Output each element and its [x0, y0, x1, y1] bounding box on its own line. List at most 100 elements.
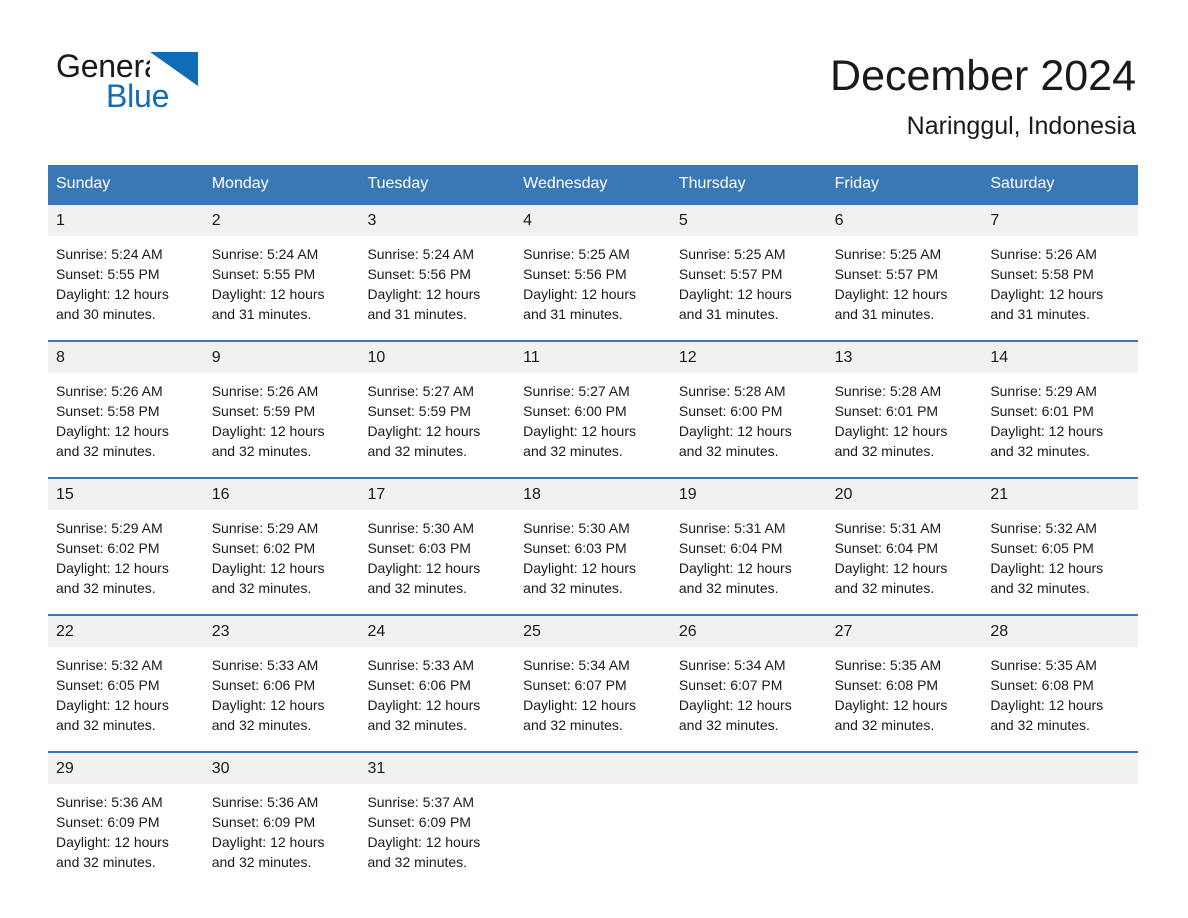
- day-cell[interactable]: Sunrise: 5:25 AM Sunset: 5:57 PM Dayligh…: [671, 236, 827, 340]
- daylight-text-line2: and 32 minutes.: [56, 580, 156, 596]
- sunset-text: Sunset: 5:57 PM: [834, 266, 939, 282]
- sunset-text: Sunset: 6:03 PM: [367, 540, 471, 556]
- daylight-text-line2: and 32 minutes.: [678, 443, 779, 459]
- daylight-text-line2: and 32 minutes.: [367, 717, 468, 733]
- day-cell[interactable]: Sunrise: 5:31 AM Sunset: 6:04 PM Dayligh…: [671, 510, 827, 614]
- sunset-text: Sunset: 6:02 PM: [211, 540, 316, 556]
- day-cell[interactable]: Sunrise: 5:25 AM Sunset: 5:57 PM Dayligh…: [827, 236, 983, 340]
- daylight-text-line2: and 32 minutes.: [211, 717, 312, 733]
- day-number[interactable]: 24: [359, 616, 515, 647]
- daylight-text-line1: Daylight: 12 hours: [367, 834, 481, 850]
- day-number[interactable]: 13: [827, 342, 983, 373]
- day-cell[interactable]: Sunrise: 5:34 AM Sunset: 6:07 PM Dayligh…: [671, 647, 827, 751]
- title-block: December 2024 Naringgul, Indonesia: [830, 48, 1136, 143]
- day-cell[interactable]: Sunrise: 5:29 AM Sunset: 6:02 PM Dayligh…: [204, 510, 360, 614]
- day-cell[interactable]: Sunrise: 5:36 AM Sunset: 6:09 PM Dayligh…: [48, 784, 204, 888]
- weekday-header-thursday: Thursday: [678, 175, 746, 192]
- day-cell[interactable]: Sunrise: 5:25 AM Sunset: 5:56 PM Dayligh…: [515, 236, 671, 340]
- daylight-text-line1: Daylight: 12 hours: [678, 286, 792, 302]
- weekday-header-sunday: Sunday: [56, 175, 111, 192]
- day-cell[interactable]: Sunrise: 5:28 AM Sunset: 6:01 PM Dayligh…: [827, 373, 983, 477]
- daylight-text-line2: and 32 minutes.: [211, 854, 312, 870]
- day-cell[interactable]: Sunrise: 5:34 AM Sunset: 6:07 PM Dayligh…: [515, 647, 671, 751]
- day-number[interactable]: 14: [982, 342, 1138, 373]
- daylight-text-line1: Daylight: 12 hours: [56, 834, 169, 850]
- day-number[interactable]: 30: [204, 753, 360, 784]
- daylight-text-line2: and 32 minutes.: [834, 443, 935, 459]
- day-cell[interactable]: Sunrise: 5:30 AM Sunset: 6:03 PM Dayligh…: [359, 510, 515, 614]
- day-number[interactable]: 23: [204, 616, 360, 647]
- day-number[interactable]: 7: [982, 205, 1138, 236]
- day-cell[interactable]: Sunrise: 5:24 AM Sunset: 5:56 PM Dayligh…: [359, 236, 515, 340]
- day-number[interactable]: 25: [515, 616, 671, 647]
- day-number[interactable]: 28: [982, 616, 1138, 647]
- day-number[interactable]: 19: [671, 479, 827, 510]
- day-number[interactable]: 26: [671, 616, 827, 647]
- sunset-text: Sunset: 5:58 PM: [990, 266, 1094, 282]
- sunset-text: Sunset: 5:56 PM: [523, 266, 627, 282]
- sunset-text: Sunset: 6:06 PM: [367, 677, 471, 693]
- day-cell[interactable]: Sunrise: 5:32 AM Sunset: 6:05 PM Dayligh…: [982, 510, 1138, 614]
- day-cell[interactable]: Sunrise: 5:28 AM Sunset: 6:00 PM Dayligh…: [671, 373, 827, 477]
- day-number[interactable]: 22: [48, 616, 204, 647]
- day-number[interactable]: 16: [204, 479, 360, 510]
- day-cell[interactable]: Sunrise: 5:33 AM Sunset: 6:06 PM Dayligh…: [359, 647, 515, 751]
- day-number[interactable]: 21: [982, 479, 1138, 510]
- week-detail-row: Sunrise: 5:36 AM Sunset: 6:09 PM Dayligh…: [48, 784, 1138, 888]
- day-number[interactable]: 15: [48, 479, 204, 510]
- sunrise-text: Sunrise: 5:31 AM: [678, 520, 786, 536]
- daylight-text-line2: and 32 minutes.: [990, 580, 1090, 596]
- daylight-text-line1: Daylight: 12 hours: [56, 423, 169, 439]
- day-cell[interactable]: Sunrise: 5:36 AM Sunset: 6:09 PM Dayligh…: [204, 784, 360, 888]
- day-number[interactable]: 11: [515, 342, 671, 373]
- daylight-text-line2: and 31 minutes.: [834, 306, 935, 322]
- day-number[interactable]: 8: [48, 342, 204, 373]
- sunrise-text: Sunrise: 5:26 AM: [56, 383, 163, 399]
- sunset-text: Sunset: 5:55 PM: [56, 266, 160, 282]
- sunset-text: Sunset: 6:00 PM: [523, 403, 627, 419]
- day-number[interactable]: 29: [48, 753, 204, 784]
- day-cell[interactable]: Sunrise: 5:24 AM Sunset: 5:55 PM Dayligh…: [48, 236, 204, 340]
- daylight-text-line2: and 31 minutes.: [211, 306, 312, 322]
- day-number[interactable]: 1: [48, 205, 204, 236]
- sunrise-text: Sunrise: 5:36 AM: [211, 794, 319, 810]
- sunrise-text: Sunrise: 5:28 AM: [834, 383, 942, 399]
- day-number[interactable]: 9: [204, 342, 360, 373]
- week-daynumber-row: 22 23 24 25 26 27 28: [48, 616, 1138, 647]
- day-number[interactable]: 6: [827, 205, 983, 236]
- daylight-text-line1: Daylight: 12 hours: [523, 560, 636, 576]
- daylight-text-line2: and 32 minutes.: [523, 580, 623, 596]
- day-cell[interactable]: Sunrise: 5:35 AM Sunset: 6:08 PM Dayligh…: [982, 647, 1138, 751]
- day-number[interactable]: 27: [827, 616, 983, 647]
- day-cell[interactable]: Sunrise: 5:26 AM Sunset: 5:59 PM Dayligh…: [204, 373, 360, 477]
- sunrise-text: Sunrise: 5:33 AM: [367, 657, 475, 673]
- day-cell[interactable]: Sunrise: 5:32 AM Sunset: 6:05 PM Dayligh…: [48, 647, 204, 751]
- day-number[interactable]: 2: [204, 205, 360, 236]
- sunset-text: Sunset: 6:02 PM: [56, 540, 160, 556]
- day-number[interactable]: 18: [515, 479, 671, 510]
- day-number[interactable]: 5: [671, 205, 827, 236]
- sunset-text: Sunset: 6:09 PM: [367, 814, 471, 830]
- day-number[interactable]: 31: [359, 753, 515, 784]
- day-number[interactable]: 17: [359, 479, 515, 510]
- day-number[interactable]: 20: [827, 479, 983, 510]
- day-number[interactable]: 12: [671, 342, 827, 373]
- day-number[interactable]: 10: [359, 342, 515, 373]
- sunrise-text: Sunrise: 5:27 AM: [367, 383, 475, 399]
- day-number[interactable]: 4: [515, 205, 671, 236]
- day-cell[interactable]: Sunrise: 5:26 AM Sunset: 5:58 PM Dayligh…: [982, 236, 1138, 340]
- day-cell[interactable]: Sunrise: 5:30 AM Sunset: 6:03 PM Dayligh…: [515, 510, 671, 614]
- day-cell[interactable]: Sunrise: 5:27 AM Sunset: 6:00 PM Dayligh…: [515, 373, 671, 477]
- day-cell[interactable]: Sunrise: 5:35 AM Sunset: 6:08 PM Dayligh…: [827, 647, 983, 751]
- day-cell[interactable]: Sunrise: 5:27 AM Sunset: 5:59 PM Dayligh…: [359, 373, 515, 477]
- day-cell[interactable]: Sunrise: 5:24 AM Sunset: 5:55 PM Dayligh…: [204, 236, 360, 340]
- day-number[interactable]: 3: [359, 205, 515, 236]
- day-cell[interactable]: Sunrise: 5:37 AM Sunset: 6:09 PM Dayligh…: [359, 784, 515, 888]
- day-cell[interactable]: Sunrise: 5:29 AM Sunset: 6:01 PM Dayligh…: [982, 373, 1138, 477]
- day-cell[interactable]: Sunrise: 5:26 AM Sunset: 5:58 PM Dayligh…: [48, 373, 204, 477]
- day-cell[interactable]: Sunrise: 5:31 AM Sunset: 6:04 PM Dayligh…: [827, 510, 983, 614]
- day-cell[interactable]: Sunrise: 5:29 AM Sunset: 6:02 PM Dayligh…: [48, 510, 204, 614]
- daylight-text-line1: Daylight: 12 hours: [834, 697, 948, 713]
- sunrise-text: Sunrise: 5:37 AM: [367, 794, 475, 810]
- day-cell[interactable]: Sunrise: 5:33 AM Sunset: 6:06 PM Dayligh…: [204, 647, 360, 751]
